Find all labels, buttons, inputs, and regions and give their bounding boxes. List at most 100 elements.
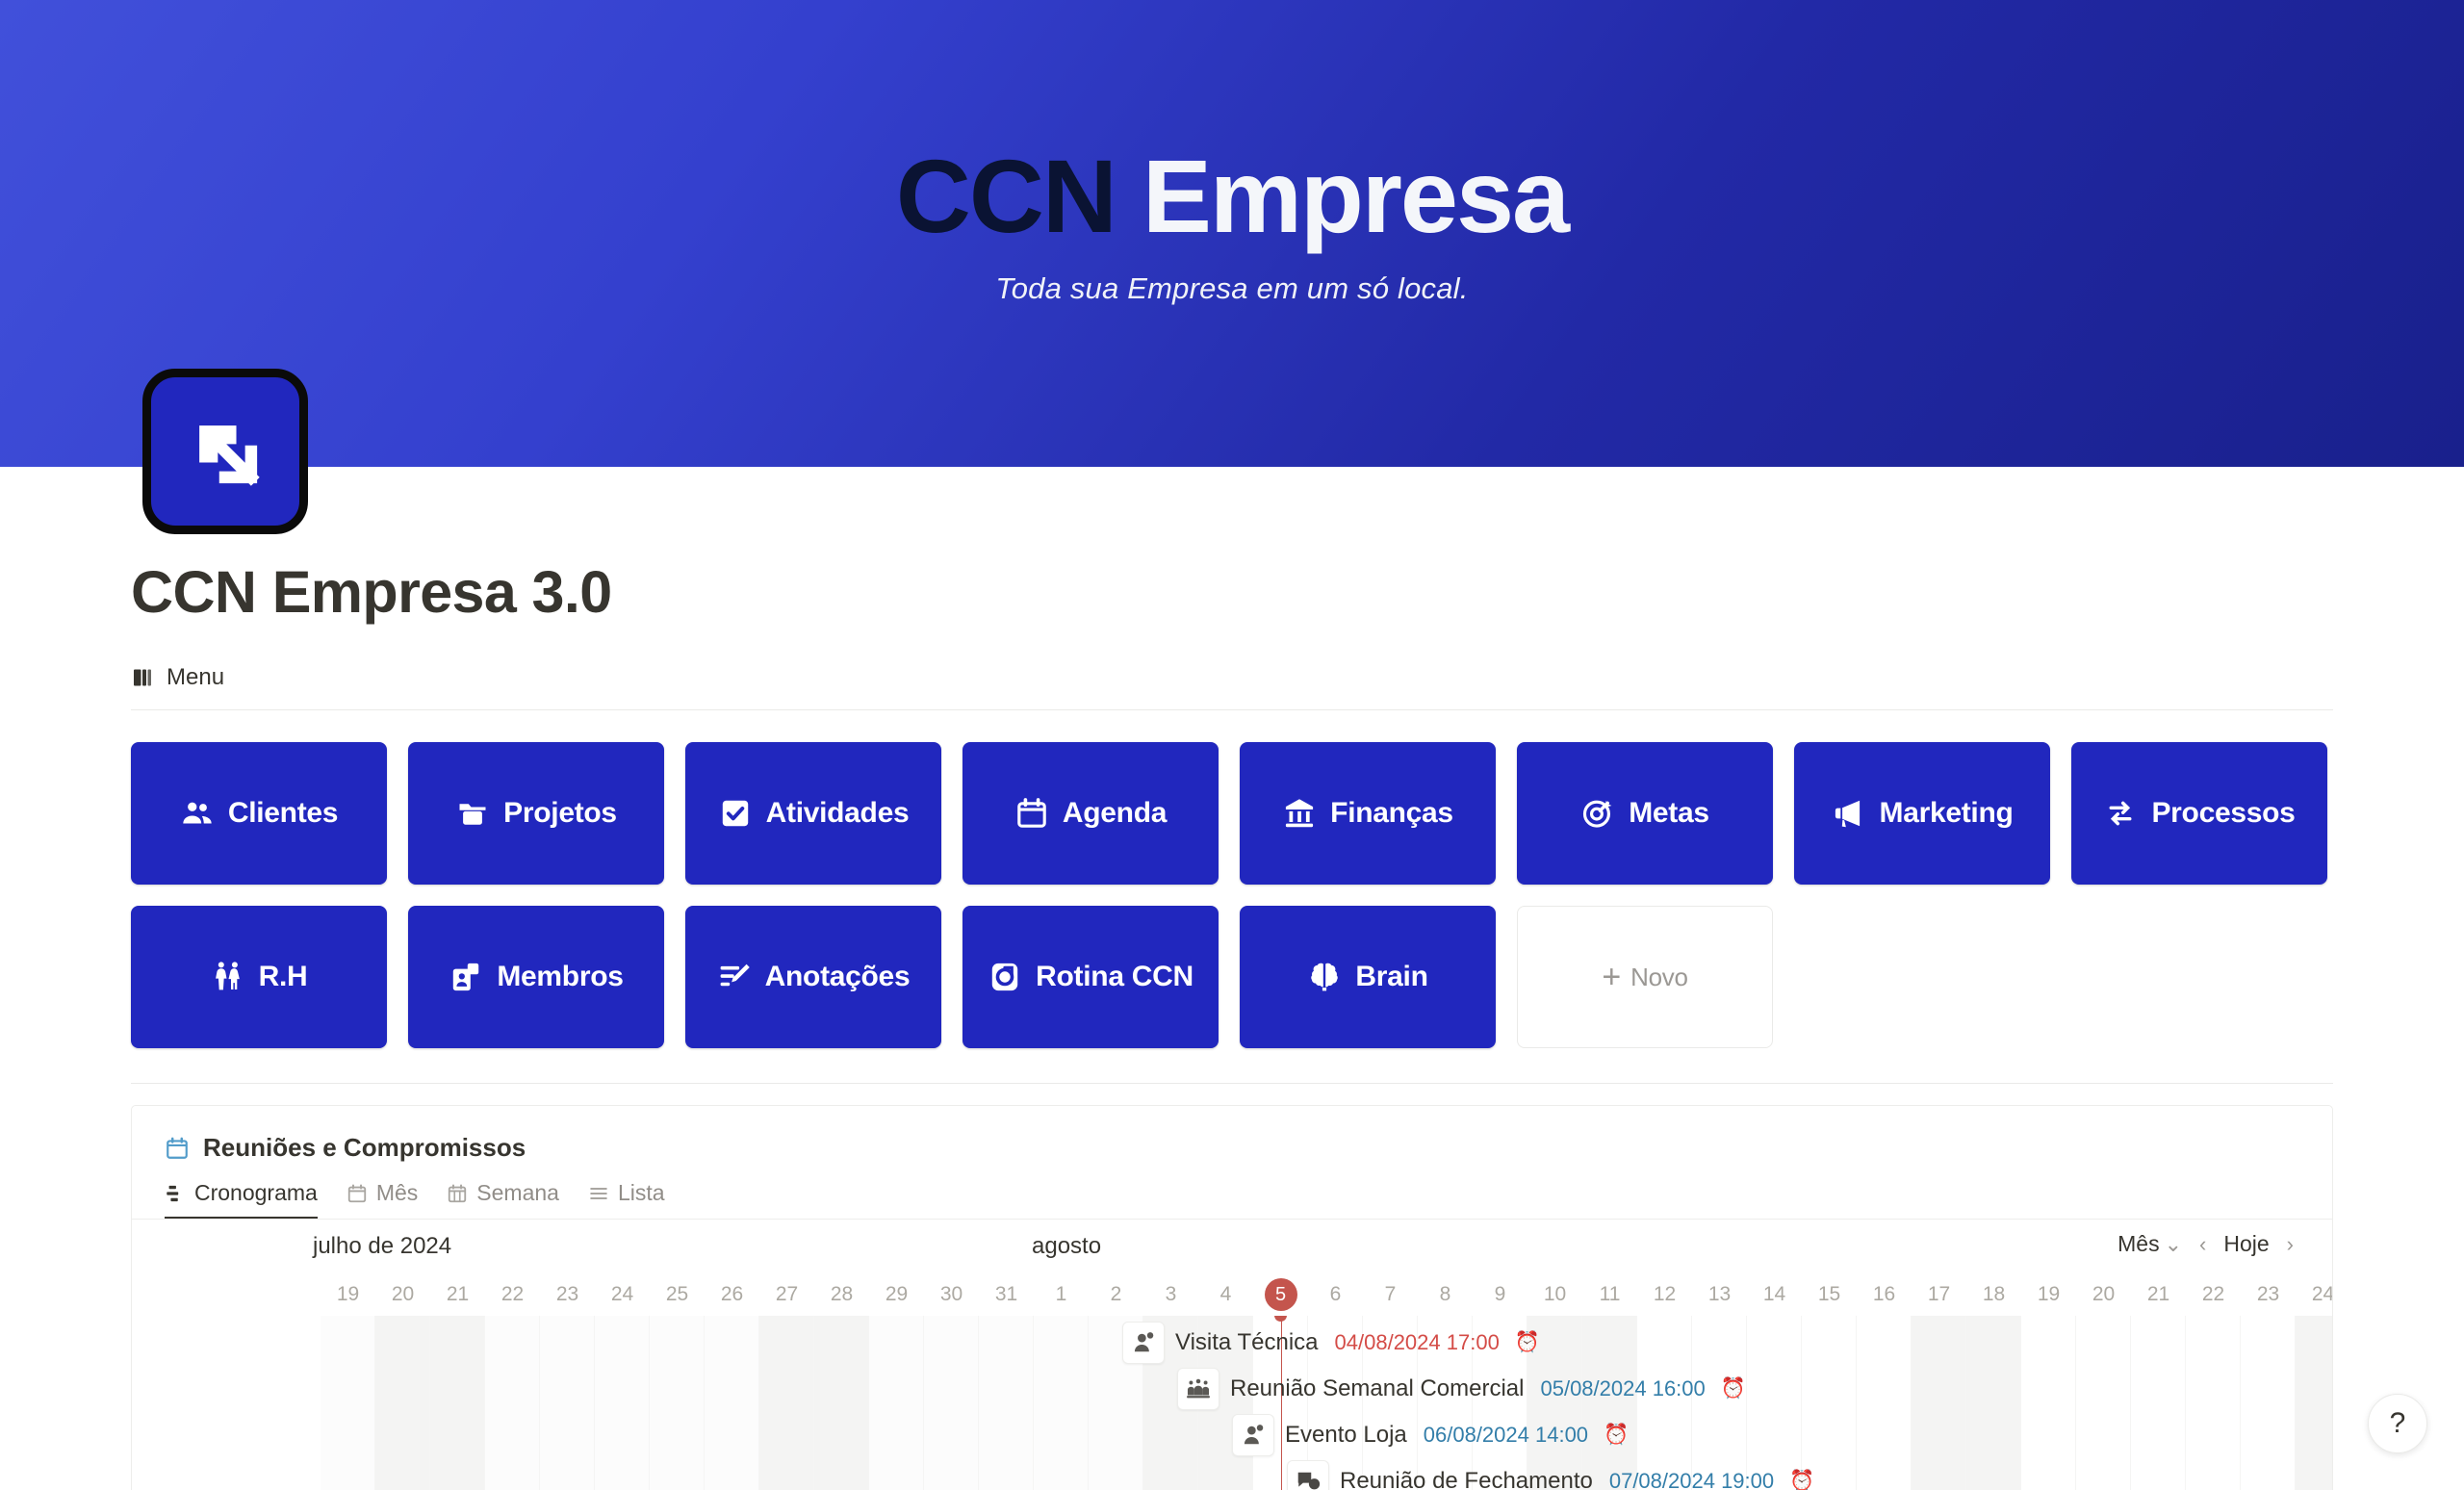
day-cell[interactable]: 2: [1089, 1283, 1143, 1306]
tile-label: Finanças: [1330, 797, 1453, 829]
tile-processos[interactable]: Processos: [2071, 742, 2327, 885]
scale-selector[interactable]: Mês ⌄: [2118, 1231, 2182, 1257]
day-cell[interactable]: 9: [1473, 1283, 1527, 1306]
day-cell[interactable]: 19: [2021, 1283, 2076, 1306]
day-cell[interactable]: 10: [1527, 1283, 1582, 1306]
today-button[interactable]: Hoje: [2223, 1231, 2269, 1257]
day-cell[interactable]: 3: [1143, 1283, 1198, 1306]
day-cell[interactable]: 19: [321, 1283, 375, 1306]
tile-rh[interactable]: R.H: [131, 906, 387, 1048]
day-cell[interactable]: 26: [705, 1283, 759, 1306]
tile-label: Brain: [1355, 961, 1428, 992]
tile-metas[interactable]: Metas: [1517, 742, 1773, 885]
day-cell[interactable]: 29: [869, 1283, 924, 1306]
day-cell[interactable]: 6: [1308, 1283, 1363, 1306]
page-icon[interactable]: [142, 369, 308, 534]
day-cell[interactable]: 11: [1582, 1283, 1637, 1306]
tab-semana[interactable]: Semana: [447, 1180, 559, 1219]
person-badge-icon: [1122, 1322, 1165, 1364]
day-cell[interactable]: 23: [540, 1283, 595, 1306]
day-cell[interactable]: 17: [1912, 1283, 1966, 1306]
day-cell[interactable]: 31: [979, 1283, 1034, 1306]
day-cell[interactable]: 20: [375, 1283, 430, 1306]
timeline-event[interactable]: Reunião de Fechamento 07/08/2024 19:00 ⏰: [1287, 1460, 1814, 1490]
month-label-first: julho de 2024: [313, 1233, 452, 1259]
day-cell[interactable]: 21: [430, 1283, 485, 1306]
help-button[interactable]: ?: [2368, 1394, 2427, 1453]
alarm-clock-icon: ⏰: [1604, 1424, 1630, 1446]
day-cell[interactable]: 22: [2186, 1283, 2241, 1306]
tab-cronograma[interactable]: Cronograma: [165, 1180, 318, 1219]
cover-title-dark: CCN: [895, 137, 1117, 254]
alarm-clock-icon: ⏰: [1720, 1377, 1746, 1400]
tile-label: Metas: [1629, 797, 1709, 829]
timeline-header: julho de 2024 agosto Mês ⌄ ‹ Hoje ›: [132, 1220, 2332, 1273]
day-cell[interactable]: 24: [2296, 1283, 2332, 1306]
list-icon: [588, 1183, 609, 1204]
day-cell[interactable]: 18: [1966, 1283, 2021, 1306]
calendar-view-tabs: Cronograma Mês Semana Lista: [132, 1180, 2332, 1220]
tile-label: Projetos: [503, 797, 617, 829]
circle-arrow-icon: [988, 960, 1022, 994]
calendar-card: Reuniões e Compromissos Cronograma Mês S…: [131, 1105, 2333, 1490]
day-cell[interactable]: 30: [924, 1283, 979, 1306]
app-root: CCN Empresa Toda sua Empresa em um só lo…: [0, 0, 2464, 1490]
day-cell[interactable]: 24: [595, 1283, 650, 1306]
timeline-event[interactable]: Reunião Semanal Comercial 05/08/2024 16:0…: [1177, 1368, 1746, 1410]
arrow-up-right-icon: [179, 405, 271, 498]
day-cell[interactable]: 22: [485, 1283, 540, 1306]
day-cell[interactable]: 7: [1363, 1283, 1418, 1306]
calendar-title: Reuniões e Compromissos: [203, 1133, 526, 1162]
timeline-event[interactable]: Visita Técnica 04/08/2024 17:00 ⏰: [1122, 1322, 1540, 1364]
alarm-clock-icon: ⏰: [1514, 1331, 1540, 1353]
tile-clientes[interactable]: Clientes: [131, 742, 387, 885]
day-cell[interactable]: 13: [1692, 1283, 1747, 1306]
arrows-repeat-icon: [2103, 796, 2138, 831]
tile-label: Membros: [497, 961, 624, 992]
day-cell[interactable]: 28: [814, 1283, 869, 1306]
tile-anotacoes[interactable]: Anotações: [685, 906, 941, 1048]
timeline-event[interactable]: Evento Loja 06/08/2024 14:00 ⏰: [1232, 1414, 1629, 1456]
page-title: CCN Empresa 3.0: [131, 559, 612, 625]
day-cell[interactable]: 27: [759, 1283, 814, 1306]
day-cell[interactable]: 20: [2076, 1283, 2131, 1306]
tile-rotina-ccn[interactable]: Rotina CCN: [962, 906, 1219, 1048]
timeline-body: Visita Técnica 04/08/2024 17:00 ⏰ Reunião S…: [132, 1316, 2332, 1490]
day-cell[interactable]: 12: [1637, 1283, 1692, 1306]
event-name: Reunião Semanal Comercial: [1230, 1375, 1525, 1401]
tab-lista[interactable]: Lista: [588, 1180, 665, 1219]
day-cell[interactable]: 21: [2131, 1283, 2186, 1306]
day-cell[interactable]: 4: [1198, 1283, 1253, 1306]
tab-mes[interactable]: Mês: [346, 1180, 418, 1219]
event-datetime: 07/08/2024 19:00: [1608, 1469, 1775, 1490]
person-badge-icon: [1232, 1414, 1274, 1456]
tile-label: Rotina CCN: [1036, 961, 1194, 992]
day-cell[interactable]: 1: [1034, 1283, 1089, 1306]
tile-atividades[interactable]: Atividades: [685, 742, 941, 885]
day-cell[interactable]: 23: [2241, 1283, 2296, 1306]
tile-marketing[interactable]: Marketing: [1794, 742, 2050, 885]
tile-projetos[interactable]: Projetos: [408, 742, 664, 885]
month-label-second: agosto: [1032, 1233, 1102, 1259]
tile-financas[interactable]: Finanças: [1240, 742, 1496, 885]
plus-icon: +: [1602, 959, 1622, 995]
prev-button[interactable]: ‹: [2199, 1232, 2206, 1257]
module-button-grid: Clientes Projetos Atividades Agenda Fina…: [131, 742, 2333, 1048]
day-cell[interactable]: 14: [1747, 1283, 1802, 1306]
timeline-controls: Mês ⌄ ‹ Hoje ›: [2118, 1231, 2294, 1257]
menu-label: Menu: [167, 664, 225, 690]
tile-brain[interactable]: Brain: [1240, 906, 1496, 1048]
cover-subtitle: Toda sua Empresa em um só local.: [995, 271, 1469, 306]
today-pill: 5: [1264, 1278, 1297, 1311]
day-cell[interactable]: 16: [1857, 1283, 1912, 1306]
tile-membros[interactable]: Membros: [408, 906, 664, 1048]
calendar-icon: [1014, 796, 1049, 831]
day-cell-today[interactable]: 5: [1253, 1278, 1308, 1311]
day-cell[interactable]: 15: [1802, 1283, 1857, 1306]
tile-novo[interactable]: + Novo: [1517, 906, 1773, 1048]
day-cell[interactable]: 8: [1418, 1283, 1473, 1306]
day-cell[interactable]: 25: [650, 1283, 705, 1306]
next-button[interactable]: ›: [2287, 1232, 2294, 1257]
cover-banner: CCN Empresa Toda sua Empresa em um só lo…: [0, 0, 2464, 467]
tile-agenda[interactable]: Agenda: [962, 742, 1219, 885]
